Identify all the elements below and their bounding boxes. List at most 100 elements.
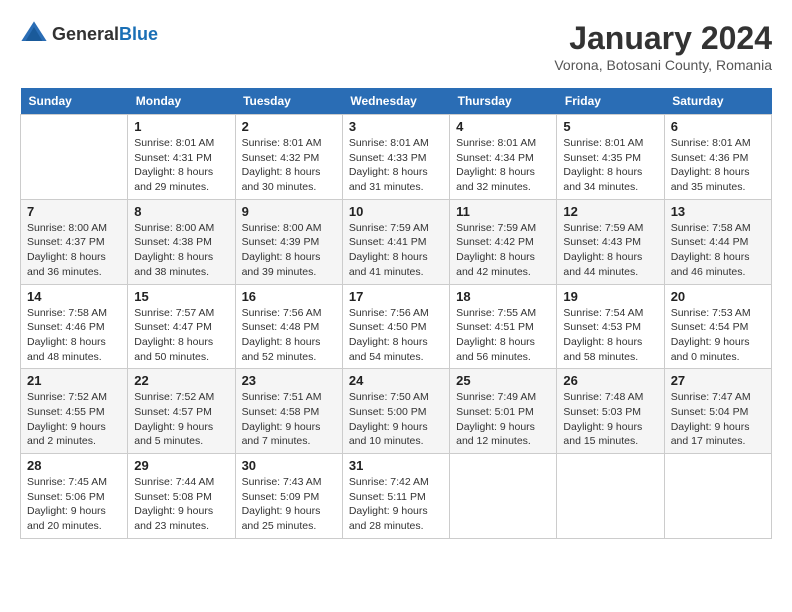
- calendar-cell: 22 Sunrise: 7:52 AMSunset: 4:57 PMDayligh…: [128, 369, 235, 454]
- day-number: 15: [134, 289, 228, 304]
- day-number: 17: [349, 289, 443, 304]
- day-number: 25: [456, 373, 550, 388]
- day-info: Sunrise: 7:50 AMSunset: 5:00 PMDaylight:…: [349, 390, 443, 449]
- day-info: Sunrise: 7:57 AMSunset: 4:47 PMDaylight:…: [134, 306, 228, 365]
- day-number: 3: [349, 119, 443, 134]
- logo-blue: Blue: [119, 25, 158, 43]
- day-number: 16: [242, 289, 336, 304]
- day-number: 1: [134, 119, 228, 134]
- calendar-cell: 24 Sunrise: 7:50 AMSunset: 5:00 PMDayligh…: [342, 369, 449, 454]
- day-number: 12: [563, 204, 657, 219]
- dow-wednesday: Wednesday: [342, 88, 449, 115]
- dow-sunday: Sunday: [21, 88, 128, 115]
- calendar-cell: [664, 454, 771, 539]
- day-number: 2: [242, 119, 336, 134]
- calendar-cell: 7 Sunrise: 8:00 AMSunset: 4:37 PMDaylight…: [21, 199, 128, 284]
- day-info: Sunrise: 7:52 AMSunset: 4:55 PMDaylight:…: [27, 390, 121, 449]
- day-info: Sunrise: 7:52 AMSunset: 4:57 PMDaylight:…: [134, 390, 228, 449]
- day-info: Sunrise: 7:42 AMSunset: 5:11 PMDaylight:…: [349, 475, 443, 534]
- day-info: Sunrise: 7:55 AMSunset: 4:51 PMDaylight:…: [456, 306, 550, 365]
- calendar-cell: 5Sunrise: 8:01 AMSunset: 4:35 PMDaylight…: [557, 115, 664, 200]
- day-info: Sunrise: 7:58 AMSunset: 4:46 PMDaylight:…: [27, 306, 121, 365]
- day-number: 13: [671, 204, 765, 219]
- logo-icon: [20, 20, 48, 48]
- day-info: Sunrise: 8:01 AMSunset: 4:32 PMDaylight:…: [242, 136, 336, 195]
- calendar-table: SundayMondayTuesdayWednesdayThursdayFrid…: [20, 88, 772, 539]
- day-number: 21: [27, 373, 121, 388]
- day-number: 27: [671, 373, 765, 388]
- calendar-cell: [21, 115, 128, 200]
- dow-monday: Monday: [128, 88, 235, 115]
- calendar-cell: 10 Sunrise: 7:59 AMSunset: 4:41 PMDayligh…: [342, 199, 449, 284]
- calendar-cell: 18 Sunrise: 7:55 AMSunset: 4:51 PMDayligh…: [450, 284, 557, 369]
- calendar-cell: 9Sunrise: 8:00 AMSunset: 4:39 PMDaylight…: [235, 199, 342, 284]
- calendar-cell: 23 Sunrise: 7:51 AMSunset: 4:58 PMDayligh…: [235, 369, 342, 454]
- day-number: 10: [349, 204, 443, 219]
- page-header: General Blue January 2024 Vorona, Botosa…: [20, 20, 772, 73]
- day-info: Sunrise: 7:59 AMSunset: 4:43 PMDaylight:…: [563, 221, 657, 280]
- day-number: 28: [27, 458, 121, 473]
- day-number: 18: [456, 289, 550, 304]
- day-number: 14: [27, 289, 121, 304]
- calendar-cell: 15 Sunrise: 7:57 AMSunset: 4:47 PMDayligh…: [128, 284, 235, 369]
- day-info: Sunrise: 7:51 AMSunset: 4:58 PMDaylight:…: [242, 390, 336, 449]
- calendar-cell: 3 Sunrise: 8:01 AMSunset: 4:33 PMDaylight…: [342, 115, 449, 200]
- week-row-0: 1 Sunrise: 8:01 AMSunset: 4:31 PMDaylight…: [21, 115, 772, 200]
- day-number: 20: [671, 289, 765, 304]
- calendar-cell: 30 Sunrise: 7:43 AMSunset: 5:09 PMDayligh…: [235, 454, 342, 539]
- day-info: Sunrise: 7:59 AMSunset: 4:41 PMDaylight:…: [349, 221, 443, 280]
- day-number: 6: [671, 119, 765, 134]
- calendar-cell: 6 Sunrise: 8:01 AMSunset: 4:36 PMDaylight…: [664, 115, 771, 200]
- calendar-cell: [450, 454, 557, 539]
- calendar-cell: 13 Sunrise: 7:58 AMSunset: 4:44 PMDayligh…: [664, 199, 771, 284]
- day-number: 29: [134, 458, 228, 473]
- day-info: Sunrise: 8:01 AMSunset: 4:34 PMDaylight:…: [456, 136, 550, 195]
- calendar-cell: 28Sunrise: 7:45 AMSunset: 5:06 PMDayligh…: [21, 454, 128, 539]
- calendar-cell: 29 Sunrise: 7:44 AMSunset: 5:08 PMDayligh…: [128, 454, 235, 539]
- day-info: Sunrise: 8:00 AMSunset: 4:39 PMDaylight:…: [242, 221, 336, 280]
- day-number: 26: [563, 373, 657, 388]
- subtitle: Vorona, Botosani County, Romania: [554, 57, 772, 73]
- day-info: Sunrise: 7:56 AMSunset: 4:50 PMDaylight:…: [349, 306, 443, 365]
- week-row-3: 21 Sunrise: 7:52 AMSunset: 4:55 PMDayligh…: [21, 369, 772, 454]
- calendar-cell: 12 Sunrise: 7:59 AMSunset: 4:43 PMDayligh…: [557, 199, 664, 284]
- calendar-cell: 26 Sunrise: 7:48 AMSunset: 5:03 PMDayligh…: [557, 369, 664, 454]
- day-info: Sunrise: 7:54 AMSunset: 4:53 PMDaylight:…: [563, 306, 657, 365]
- calendar-cell: 4 Sunrise: 8:01 AMSunset: 4:34 PMDaylight…: [450, 115, 557, 200]
- day-info: Sunrise: 7:49 AMSunset: 5:01 PMDaylight:…: [456, 390, 550, 449]
- calendar-cell: 11Sunrise: 7:59 AMSunset: 4:42 PMDayligh…: [450, 199, 557, 284]
- day-info: Sunrise: 7:47 AMSunset: 5:04 PMDaylight:…: [671, 390, 765, 449]
- day-info: Sunrise: 7:48 AMSunset: 5:03 PMDaylight:…: [563, 390, 657, 449]
- dow-thursday: Thursday: [450, 88, 557, 115]
- day-info: Sunrise: 7:59 AMSunset: 4:42 PMDaylight:…: [456, 221, 550, 280]
- day-info: Sunrise: 7:58 AMSunset: 4:44 PMDaylight:…: [671, 221, 765, 280]
- calendar-cell: 8Sunrise: 8:00 AMSunset: 4:38 PMDaylight…: [128, 199, 235, 284]
- week-row-4: 28Sunrise: 7:45 AMSunset: 5:06 PMDayligh…: [21, 454, 772, 539]
- day-info: Sunrise: 8:01 AMSunset: 4:36 PMDaylight:…: [671, 136, 765, 195]
- week-row-1: 7 Sunrise: 8:00 AMSunset: 4:37 PMDaylight…: [21, 199, 772, 284]
- day-info: Sunrise: 7:44 AMSunset: 5:08 PMDaylight:…: [134, 475, 228, 534]
- dow-tuesday: Tuesday: [235, 88, 342, 115]
- day-info: Sunrise: 8:01 AMSunset: 4:33 PMDaylight:…: [349, 136, 443, 195]
- logo-general: General: [52, 25, 119, 43]
- day-number: 4: [456, 119, 550, 134]
- day-number: 7: [27, 204, 121, 219]
- calendar-cell: 31Sunrise: 7:42 AMSunset: 5:11 PMDayligh…: [342, 454, 449, 539]
- day-number: 19: [563, 289, 657, 304]
- calendar-cell: [557, 454, 664, 539]
- day-info: Sunrise: 8:00 AMSunset: 4:37 PMDaylight:…: [27, 221, 121, 280]
- calendar-cell: 14 Sunrise: 7:58 AMSunset: 4:46 PMDayligh…: [21, 284, 128, 369]
- calendar-cell: 21 Sunrise: 7:52 AMSunset: 4:55 PMDayligh…: [21, 369, 128, 454]
- day-info: Sunrise: 8:01 AMSunset: 4:31 PMDaylight:…: [134, 136, 228, 195]
- day-number: 22: [134, 373, 228, 388]
- day-info: Sunrise: 7:43 AMSunset: 5:09 PMDaylight:…: [242, 475, 336, 534]
- day-info: Sunrise: 8:00 AMSunset: 4:38 PMDaylight:…: [134, 221, 228, 280]
- week-row-2: 14 Sunrise: 7:58 AMSunset: 4:46 PMDayligh…: [21, 284, 772, 369]
- days-of-week-header: SundayMondayTuesdayWednesdayThursdayFrid…: [21, 88, 772, 115]
- day-info: Sunrise: 8:01 AMSunset: 4:35 PMDaylight:…: [563, 136, 657, 195]
- day-info: Sunrise: 7:56 AMSunset: 4:48 PMDaylight:…: [242, 306, 336, 365]
- dow-friday: Friday: [557, 88, 664, 115]
- day-number: 23: [242, 373, 336, 388]
- day-number: 30: [242, 458, 336, 473]
- day-number: 24: [349, 373, 443, 388]
